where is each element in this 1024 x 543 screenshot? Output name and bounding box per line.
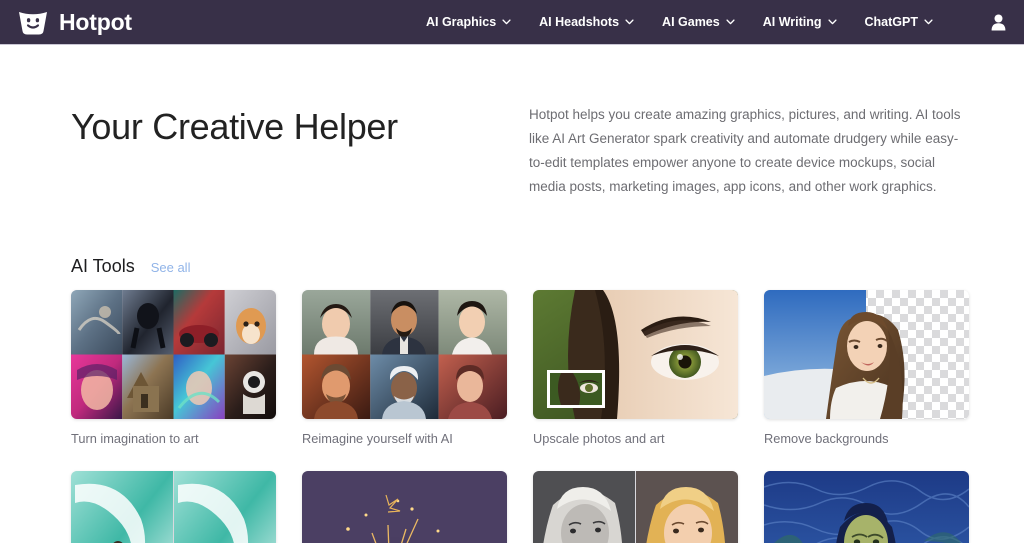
object-removal-wave-thumbnail: [71, 471, 276, 543]
hero-section: Your Creative Helper Hotpot helps you cr…: [0, 45, 1024, 199]
nav-item-ai-games[interactable]: AI Games: [662, 15, 735, 29]
headshot-grid-thumbnail: [302, 290, 507, 419]
tool-card-ai-art-generator[interactable]: Turn imagination to art: [71, 290, 276, 448]
nav-item-ai-graphics[interactable]: AI Graphics: [426, 15, 511, 29]
ai-tools-grid-row-1: Turn imagination to art: [71, 290, 1024, 448]
user-account-icon: [991, 14, 1006, 31]
page-content: Your Creative Helper Hotpot helps you cr…: [0, 45, 1024, 543]
tool-card-colorize-photo[interactable]: [533, 471, 738, 543]
nav-label: AI Graphics: [426, 15, 496, 29]
site-header: Hotpot AI Graphics AI Headshots AI Games…: [0, 0, 1024, 45]
hero-description: Hotpot helps you create amazing graphics…: [529, 103, 966, 199]
tool-card-art-style-transfer[interactable]: [764, 471, 969, 543]
nav-item-ai-headshots[interactable]: AI Headshots: [539, 15, 634, 29]
see-all-link[interactable]: See all: [151, 260, 191, 275]
main-navigation: AI Graphics AI Headshots AI Games AI Wri…: [426, 14, 1006, 31]
tool-card-ai-image-upscaler[interactable]: Upscale photos and art: [533, 290, 738, 448]
chevron-down-icon: [502, 19, 511, 25]
colorize-portrait-thumbnail: [533, 471, 738, 543]
tool-card-label: Remove backgrounds: [764, 430, 969, 448]
chevron-down-icon: [924, 19, 933, 25]
tool-card-label: Turn imagination to art: [71, 430, 276, 448]
ai-tools-section: AI Tools See all: [0, 256, 1024, 543]
tool-card-label: Reimagine yourself with AI: [302, 430, 507, 448]
ai-tools-grid-row-2: [71, 471, 1024, 543]
nav-label: AI Writing: [763, 15, 822, 29]
user-account-button[interactable]: [991, 14, 1006, 31]
chevron-down-icon: [828, 19, 837, 25]
art-style-transfer-thumbnail: [764, 471, 969, 543]
ai-art-grid-thumbnail: [71, 290, 276, 419]
page-title: Your Creative Helper: [71, 103, 401, 199]
brand-name: Hotpot: [59, 11, 132, 34]
tool-card-object-remover[interactable]: [71, 471, 276, 543]
tool-card-background-remover[interactable]: Remove backgrounds: [764, 290, 969, 448]
section-title: AI Tools: [71, 256, 135, 277]
nav-label: ChatGPT: [865, 15, 918, 29]
hotpot-smiley-pot-icon: [16, 8, 50, 36]
chevron-down-icon: [726, 19, 735, 25]
tool-card-ai-headshot-generator[interactable]: Reimagine yourself with AI: [302, 290, 507, 448]
tool-card-sparkler[interactable]: [302, 471, 507, 543]
background-removal-thumbnail: [764, 290, 969, 419]
nav-item-chatgpt[interactable]: ChatGPT: [865, 15, 933, 29]
nav-label: AI Games: [662, 15, 720, 29]
section-header: AI Tools See all: [71, 256, 1024, 277]
eye-upscale-thumbnail: [533, 290, 738, 419]
tool-card-label: Upscale photos and art: [533, 430, 738, 448]
nav-item-ai-writing[interactable]: AI Writing: [763, 15, 837, 29]
chevron-down-icon: [625, 19, 634, 25]
brand-logo-link[interactable]: Hotpot: [16, 8, 132, 36]
sparkler-thumbnail: [302, 471, 507, 543]
nav-label: AI Headshots: [539, 15, 619, 29]
